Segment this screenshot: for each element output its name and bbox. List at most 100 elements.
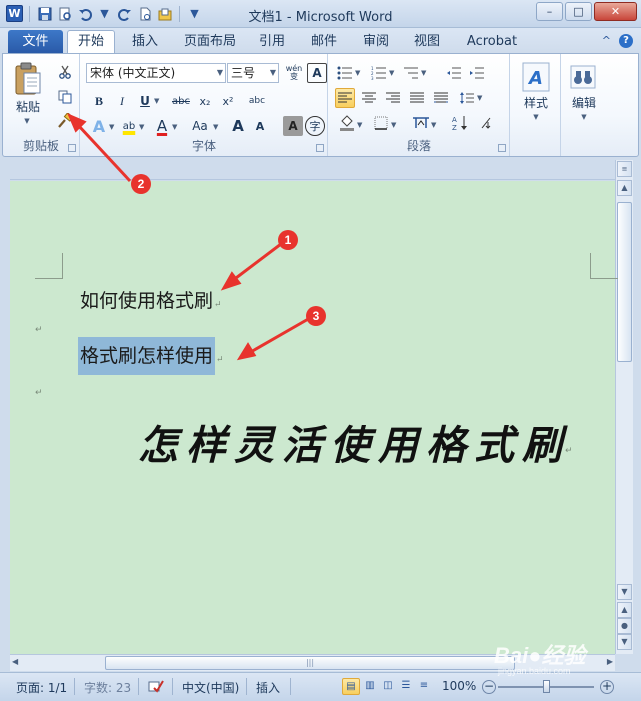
decrease-indent-icon[interactable] (444, 63, 464, 83)
tab-acrobat[interactable]: Acrobat (460, 32, 524, 53)
zoom-slider-knob[interactable] (543, 680, 550, 693)
print-layout-view-icon[interactable]: ▤ (342, 678, 360, 695)
horizontal-scroll-thumb[interactable]: ||| (105, 656, 515, 670)
tab-references[interactable]: 引用 (252, 32, 292, 53)
document-line-1[interactable]: 如何使用格式刷↵ (80, 286, 222, 313)
zoom-in-button[interactable]: + (600, 680, 614, 694)
align-left-button[interactable] (335, 88, 355, 108)
next-page-icon[interactable]: ▼ (617, 634, 632, 650)
increase-indent-icon[interactable] (467, 63, 487, 83)
chinese-layout-dropdown-icon[interactable]: ▼ (431, 121, 436, 129)
copy-icon[interactable] (55, 87, 75, 107)
vertical-scroll-thumb[interactable] (617, 202, 632, 362)
sort-icon[interactable]: AZ (450, 113, 470, 133)
subscript-button[interactable]: x₂ (195, 91, 215, 111)
strikethrough-button[interactable]: abc (169, 91, 193, 111)
grow-font-button[interactable]: A (228, 116, 248, 136)
highlight-button[interactable]: ab (119, 116, 139, 136)
multilevel-list-dropdown-icon[interactable]: ▼ (421, 69, 426, 77)
word-count[interactable]: 字数: 23 (84, 679, 131, 696)
highlight-dropdown-icon[interactable]: ▼ (139, 123, 144, 131)
proofing-icon[interactable] (148, 679, 164, 696)
chinese-layout-icon[interactable] (411, 113, 431, 133)
editing-dropdown-icon[interactable]: ▼ (578, 112, 590, 122)
character-border-icon[interactable]: A (307, 63, 327, 83)
paste-icon[interactable] (9, 58, 47, 100)
shading-dropdown-icon[interactable]: ▼ (357, 121, 362, 129)
browse-object-icon[interactable]: ● (617, 618, 632, 634)
line-spacing-icon[interactable] (457, 88, 477, 108)
change-case-button[interactable]: Aa (187, 116, 213, 136)
outline-view-icon[interactable]: ☰ (397, 678, 415, 695)
numbering-icon[interactable]: 123 (369, 63, 389, 83)
bullets-icon[interactable] (335, 63, 355, 83)
underline-dropdown-icon[interactable]: ▼ (154, 97, 159, 105)
page-count[interactable]: 页面: 1/1 (16, 679, 67, 696)
zoom-level[interactable]: 100% (442, 679, 476, 693)
minimize-button[interactable]: – (536, 2, 563, 21)
document-title-text[interactable]: 怎样灵活使用格式刷 (138, 413, 570, 471)
zoom-out-button[interactable]: − (482, 680, 496, 694)
document-page[interactable]: 如何使用格式刷↵ ↵ 格式刷怎样使用 ↵ ↵ 怎样灵活使用格式刷 ↵ (10, 181, 618, 654)
tab-view[interactable]: 视图 (407, 32, 447, 53)
paragraph-launcher-icon[interactable] (498, 144, 506, 152)
distributed-button[interactable] (431, 88, 451, 108)
superscript-button[interactable]: x² (218, 91, 238, 111)
full-screen-reading-icon[interactable]: ▥ (361, 678, 379, 695)
tab-insert[interactable]: 插入 (124, 32, 166, 53)
show-hide-marks-icon[interactable] (475, 113, 495, 133)
change-case-dropdown-icon[interactable]: ▼ (213, 123, 218, 131)
numbering-dropdown-icon[interactable]: ▼ (389, 69, 394, 77)
minimize-ribbon-icon[interactable]: ^ (602, 34, 611, 48)
paste-button-label[interactable]: 粘贴 (9, 98, 47, 114)
styles-label[interactable]: 样式 (513, 94, 559, 110)
borders-icon[interactable] (371, 113, 391, 133)
tab-mailings[interactable]: 邮件 (304, 32, 344, 53)
scroll-up-icon[interactable]: ▲ (617, 180, 632, 196)
bullets-dropdown-icon[interactable]: ▼ (355, 69, 360, 77)
font-name-dropdown-icon[interactable]: ▼ (217, 64, 223, 82)
justify-button[interactable] (407, 88, 427, 108)
tab-review[interactable]: 审阅 (356, 32, 396, 53)
language-indicator[interactable]: 中文(中国) (182, 679, 239, 696)
close-button[interactable]: ✕ (594, 2, 637, 21)
tab-home[interactable]: 开始 (67, 30, 115, 54)
vertical-scrollbar[interactable]: ≡ ▲ ▼ ▲ ● ▼ (615, 160, 633, 654)
clipboard-launcher-icon[interactable] (68, 144, 76, 152)
font-color-button[interactable]: A (152, 116, 172, 136)
draft-view-icon[interactable]: ≡ (415, 678, 433, 695)
multilevel-list-icon[interactable] (401, 63, 421, 83)
align-right-button[interactable] (383, 88, 403, 108)
document-line-2[interactable]: 格式刷怎样使用 ↵ (78, 337, 224, 375)
align-center-button[interactable] (359, 88, 379, 108)
font-launcher-icon[interactable] (316, 144, 324, 152)
character-shading-button[interactable]: A (283, 116, 303, 136)
font-name-combo[interactable]: 宋体 (中文正文) ▼ (86, 63, 226, 83)
scroll-down-icon[interactable]: ▼ (617, 584, 632, 600)
clear-formatting-button[interactable]: abc (247, 91, 267, 111)
help-icon[interactable]: ? (619, 34, 633, 48)
text-effects-button[interactable]: A (89, 116, 109, 136)
paste-dropdown-icon[interactable]: ▼ (21, 116, 33, 126)
text-effects-dropdown-icon[interactable]: ▼ (109, 123, 114, 131)
cut-icon[interactable] (55, 62, 75, 82)
binoculars-icon[interactable] (566, 60, 600, 94)
underline-button[interactable]: U (135, 91, 155, 111)
font-size-combo[interactable]: 三号 ▼ (227, 63, 279, 83)
scroll-left-icon[interactable]: ◀ (12, 657, 18, 666)
web-layout-icon[interactable]: ◫ (379, 678, 397, 695)
insert-mode[interactable]: 插入 (256, 679, 280, 696)
maximize-button[interactable]: □ (565, 2, 592, 21)
styles-dropdown-icon[interactable]: ▼ (530, 112, 542, 122)
phonetic-guide-icon[interactable]: wén 变 (284, 63, 304, 83)
format-painter-icon[interactable] (55, 111, 75, 131)
enclose-characters-button[interactable]: 字 (305, 116, 325, 136)
borders-dropdown-icon[interactable]: ▼ (391, 121, 396, 129)
scroll-right-icon[interactable]: ▶ (607, 657, 613, 666)
editing-label[interactable]: 编辑 (562, 94, 606, 110)
tab-page-layout[interactable]: 页面布局 (178, 32, 242, 53)
italic-button[interactable]: I (112, 91, 132, 111)
bold-button[interactable]: B (89, 91, 109, 111)
font-size-dropdown-icon[interactable]: ▼ (270, 64, 276, 82)
styles-icon[interactable]: A (520, 60, 552, 94)
